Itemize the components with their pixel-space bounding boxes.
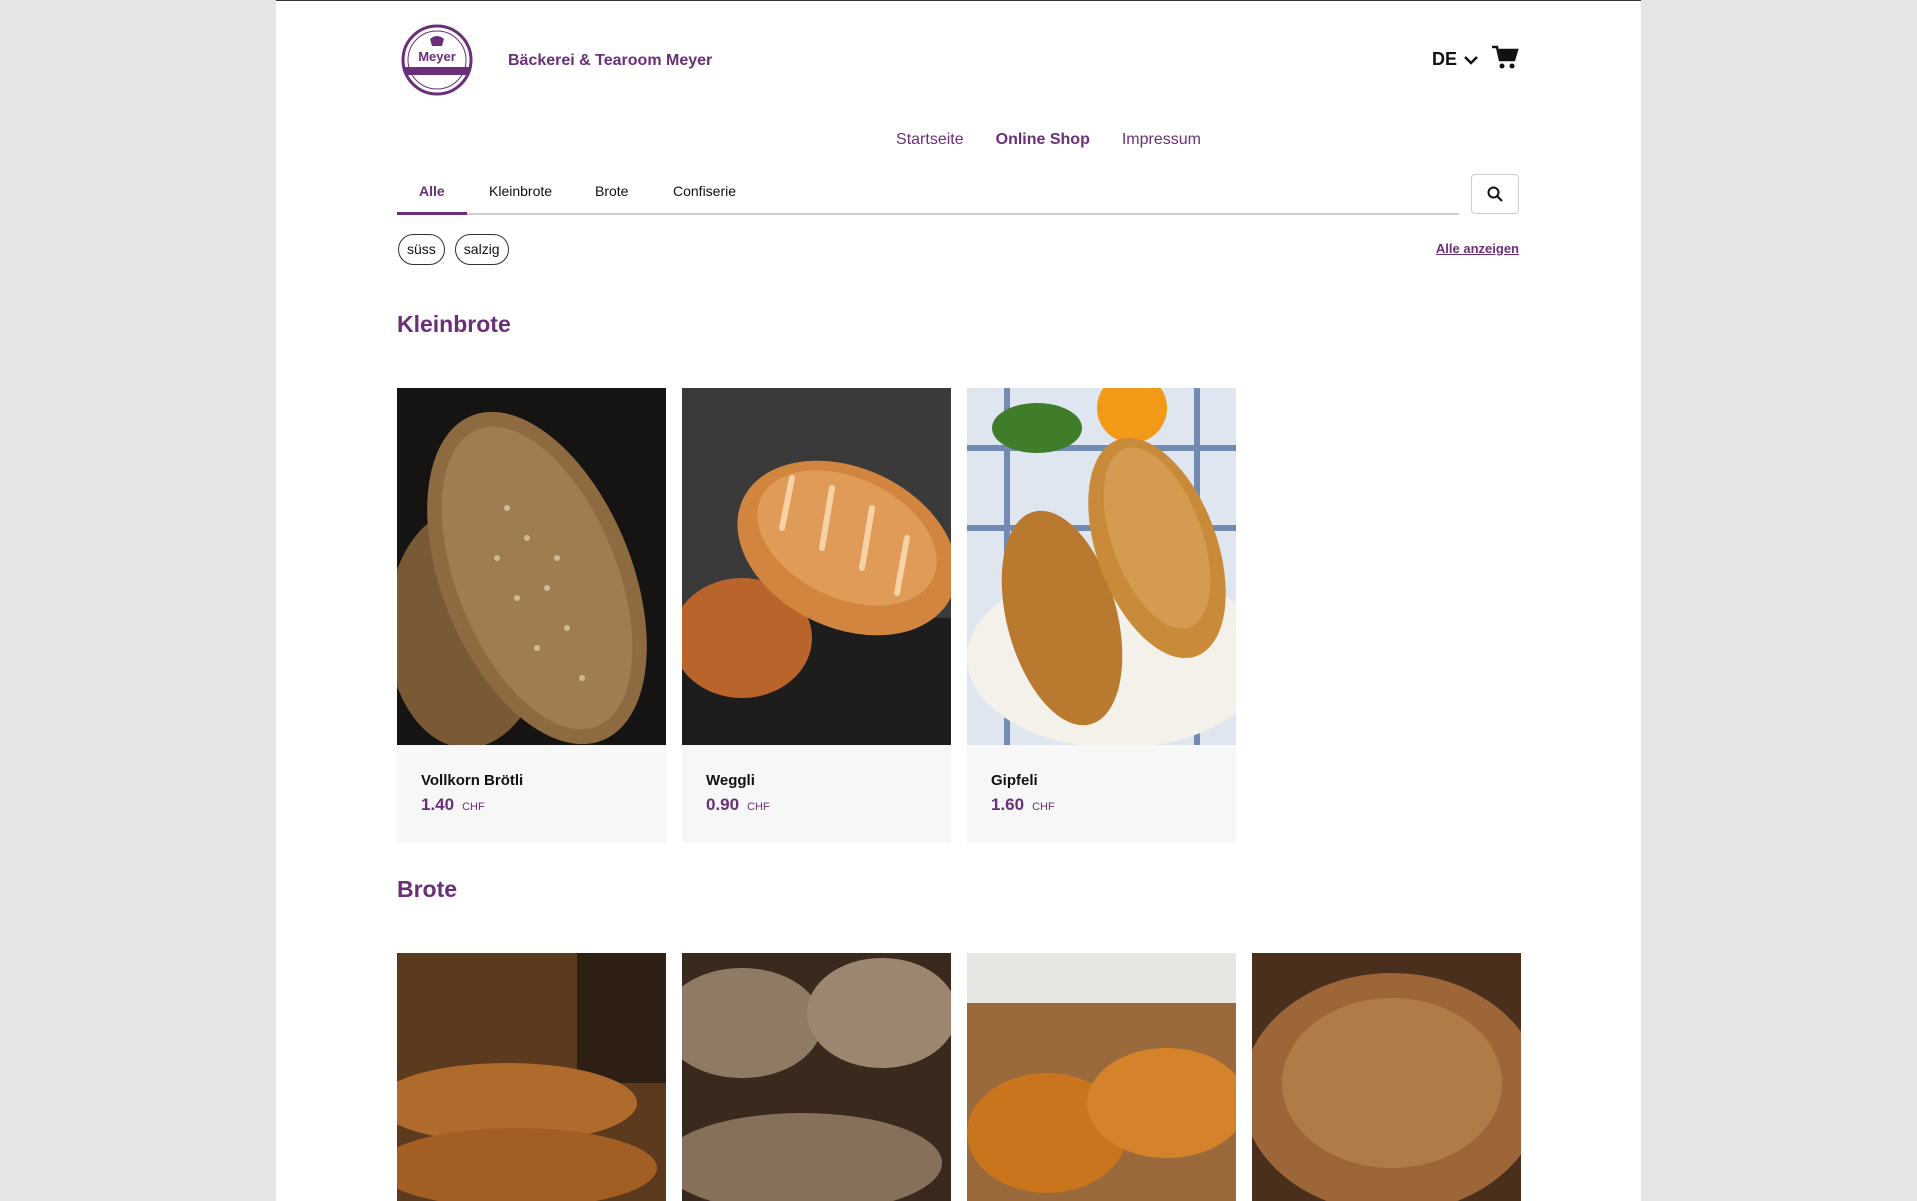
logo-text: Meyer — [418, 49, 456, 64]
product-image — [967, 953, 1247, 1201]
product-image — [662, 953, 957, 1201]
chip-suess[interactable]: süss — [398, 234, 445, 265]
product-price: 1.60 — [991, 795, 1025, 814]
nav-online-shop[interactable]: Online Shop — [996, 131, 1090, 149]
shop-page: Meyer Bäckerei & Tearoom Meyer DE Starts… — [276, 0, 1641, 1201]
product-currency: CHF — [747, 801, 770, 813]
main-navigation: Startseite Online Shop Impressum — [276, 131, 1641, 149]
language-selector[interactable]: DE — [1432, 49, 1479, 70]
product-image — [1242, 953, 1542, 1201]
category-tabs: Alle Kleinbrote Brote Confiserie — [397, 173, 1459, 215]
filter-chips: süss salzig — [398, 234, 509, 265]
tab-confiserie[interactable]: Confiserie — [673, 183, 736, 199]
product-card[interactable]: Gipfeli 1.60 CHF — [967, 373, 1267, 843]
chip-salzig[interactable]: salzig — [454, 234, 509, 265]
bakery-logo[interactable]: Meyer — [397, 23, 477, 97]
language-label: DE — [1431, 49, 1457, 69]
product-image-vollkorn-broetli — [387, 388, 666, 748]
product-card[interactable] — [967, 953, 1247, 1201]
header: Meyer Bäckerei & Tearoom Meyer DE — [397, 23, 1519, 103]
product-name: Gipfeli — [991, 772, 1038, 789]
chevron-down-icon — [1464, 55, 1478, 65]
product-price: 0.90 — [706, 795, 740, 814]
product-grid-kleinbrote: Vollkorn Brötli 1.40 CHF Weggli 0.90 CHF… — [387, 373, 1267, 843]
product-card[interactable] — [377, 953, 666, 1201]
product-grid-brote — [377, 953, 1542, 1201]
product-price: 1.40 — [421, 795, 455, 814]
search-icon — [1487, 186, 1503, 202]
product-currency: CHF — [1032, 801, 1055, 813]
brand-name[interactable]: Bäckerei & Tearoom Meyer — [508, 52, 712, 70]
nav-startseite[interactable]: Startseite — [896, 131, 964, 149]
product-card[interactable]: Weggli 0.90 CHF — [672, 388, 957, 843]
product-name: Vollkorn Brötli — [421, 772, 524, 789]
product-card[interactable]: Vollkorn Brötli 1.40 CHF — [387, 388, 666, 843]
product-card[interactable] — [662, 953, 957, 1201]
product-image-gipfeli — [967, 373, 1267, 748]
product-card[interactable] — [1242, 953, 1542, 1201]
active-tab-indicator — [397, 212, 467, 215]
tab-kleinbrote[interactable]: Kleinbrote — [489, 183, 552, 199]
nav-impressum[interactable]: Impressum — [1122, 131, 1201, 149]
search-button[interactable] — [1471, 174, 1519, 214]
product-image-weggli — [672, 388, 957, 745]
show-all-link[interactable]: Alle anzeigen — [1436, 241, 1519, 256]
section-title-brote: Brote — [397, 876, 458, 902]
product-name: Weggli — [706, 772, 755, 789]
section-title-kleinbrote: Kleinbrote — [397, 311, 511, 337]
tab-alle[interactable]: Alle — [419, 183, 445, 199]
product-currency: CHF — [462, 801, 485, 813]
tab-brote[interactable]: Brote — [595, 183, 628, 199]
product-image — [377, 953, 666, 1201]
cart-icon[interactable] — [1491, 43, 1519, 71]
